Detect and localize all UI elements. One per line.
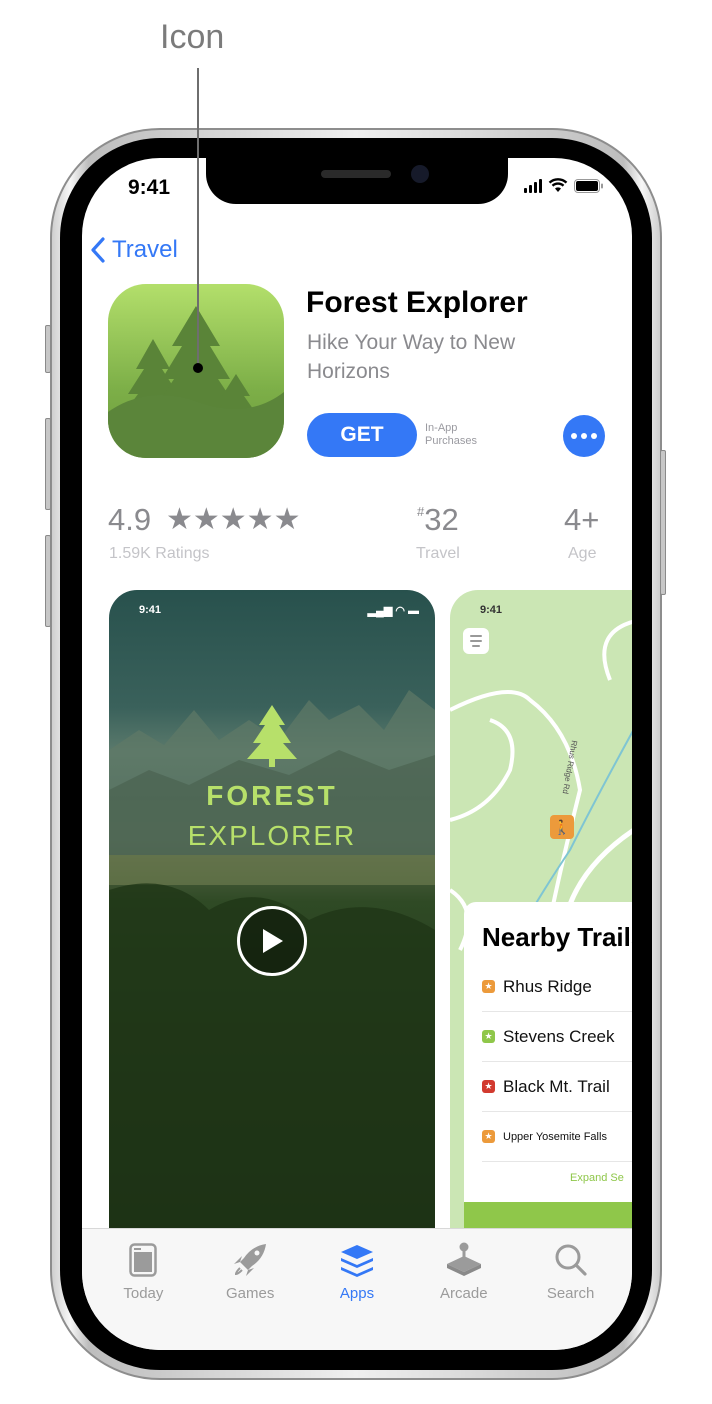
callout-label: Icon xyxy=(160,18,225,56)
tab-today[interactable]: Today xyxy=(93,1239,193,1350)
trail-row[interactable]: ★ Black Mt. Trail 7 xyxy=(482,1062,632,1112)
hiker-icon: ★ xyxy=(482,1130,495,1143)
get-button[interactable]: GET xyxy=(307,413,417,457)
expand-link[interactable]: Expand Se xyxy=(570,1172,624,1184)
status-icons xyxy=(524,178,604,193)
preview-video[interactable]: 9:41 ▂▄▆ ◠ ▬ FOREST EXPLORER xyxy=(109,590,435,1240)
trail-name: Rhus Ridge xyxy=(503,976,592,996)
rank-category: Travel xyxy=(416,545,460,562)
chart-rank: #32 xyxy=(417,502,459,538)
play-icon xyxy=(263,929,283,953)
video-title-line-1: FOREST xyxy=(206,780,338,811)
chevron-left-icon xyxy=(91,237,105,263)
nearby-trails-card: Nearby Trails ★ Rhus Ridge 0 ★ Stevens C… xyxy=(464,902,632,1240)
more-options-button[interactable] xyxy=(563,415,605,457)
play-button[interactable] xyxy=(237,906,307,976)
in-app-purchases-note: In-App Purchases xyxy=(425,422,477,448)
trail-row[interactable]: ★ Stevens Creek 2 xyxy=(482,1012,632,1062)
tab-label: Today xyxy=(123,1285,164,1302)
tab-games[interactable]: Games xyxy=(200,1239,300,1350)
wifi-icon xyxy=(548,178,568,192)
trail-name: Upper Yosemite Falls xyxy=(503,1130,607,1143)
trail-row[interactable]: ★ Upper Yosemite Falls 1 xyxy=(482,1112,632,1162)
pine-tree-icon xyxy=(247,705,297,767)
video-title-line-2: EXPLORER xyxy=(187,820,357,851)
side-button xyxy=(660,450,666,595)
iap-line-2: Purchases xyxy=(425,435,477,447)
back-label: Travel xyxy=(112,236,178,263)
today-icon xyxy=(129,1243,158,1277)
front-camera xyxy=(411,165,429,183)
callout-dot xyxy=(193,363,203,373)
map-status-time: 9:41 xyxy=(480,604,503,616)
volume-up-button xyxy=(45,418,51,510)
volume-down-button xyxy=(45,535,51,627)
rocket-icon xyxy=(234,1244,267,1276)
hiker-pin-icon[interactable]: 🚶 xyxy=(550,815,574,839)
signal-icon xyxy=(524,178,542,193)
callout-line xyxy=(197,68,199,368)
battery-icon xyxy=(574,178,603,193)
video-status-icons: ▂▄▆ ◠ ▬ xyxy=(367,605,419,617)
trail-name: Black Mt. Trail xyxy=(503,1076,610,1096)
rating-stars: ★★★★★ xyxy=(166,503,301,536)
hiker-icon: ★ xyxy=(482,1030,495,1043)
tab-label: Arcade xyxy=(440,1285,488,1302)
layers-icon xyxy=(340,1245,373,1277)
notch xyxy=(206,158,508,204)
rating-value: 4.9 xyxy=(108,502,152,537)
app-title: Forest Explorer xyxy=(306,286,528,319)
map-menu-button[interactable] xyxy=(463,628,489,654)
app-subtitle: Hike Your Way to New Horizons xyxy=(307,331,516,383)
tab-bar: Today Games Apps Arcade Search xyxy=(82,1228,632,1350)
hiker-icon: ★ xyxy=(482,1080,495,1093)
preview-screenshot-map[interactable]: Rhus Ridge Rd 9:41 🚶 Nearby Trails ★ Rhu… xyxy=(450,590,632,1240)
tab-search[interactable]: Search xyxy=(521,1239,621,1350)
ratings-count: 1.59K Ratings xyxy=(109,545,210,562)
tab-label: Apps xyxy=(339,1285,375,1302)
speaker xyxy=(321,170,391,178)
mute-switch xyxy=(45,325,51,373)
status-time: 9:41 xyxy=(128,176,171,199)
iap-line-1: In-App xyxy=(425,422,458,434)
tab-arcade[interactable]: Arcade xyxy=(414,1239,514,1350)
video-status-bar: 9:41 ▂▄▆ ◠ ▬ xyxy=(109,604,435,617)
tab-label: Search xyxy=(546,1285,595,1302)
nearby-title: Nearby Trails xyxy=(482,922,632,952)
back-button[interactable]: Travel xyxy=(90,236,178,264)
hiker-icon: ★ xyxy=(482,980,495,993)
search-icon xyxy=(555,1244,587,1276)
video-status-time: 9:41 xyxy=(139,604,162,616)
age-rating: 4+ xyxy=(564,502,600,537)
joystick-icon xyxy=(446,1242,481,1276)
ellipsis-icon xyxy=(571,433,577,439)
tab-apps[interactable]: Apps xyxy=(307,1239,407,1350)
tab-label: Games xyxy=(226,1285,275,1302)
age-label: Age xyxy=(568,545,597,562)
trail-name: Stevens Creek xyxy=(503,1026,615,1046)
screen: 9:41 Travel Forest Explorer Hike Your Wa… xyxy=(82,158,632,1350)
rank-value: 32 xyxy=(424,502,459,537)
trail-row[interactable]: ★ Rhus Ridge 0 xyxy=(482,962,632,1012)
